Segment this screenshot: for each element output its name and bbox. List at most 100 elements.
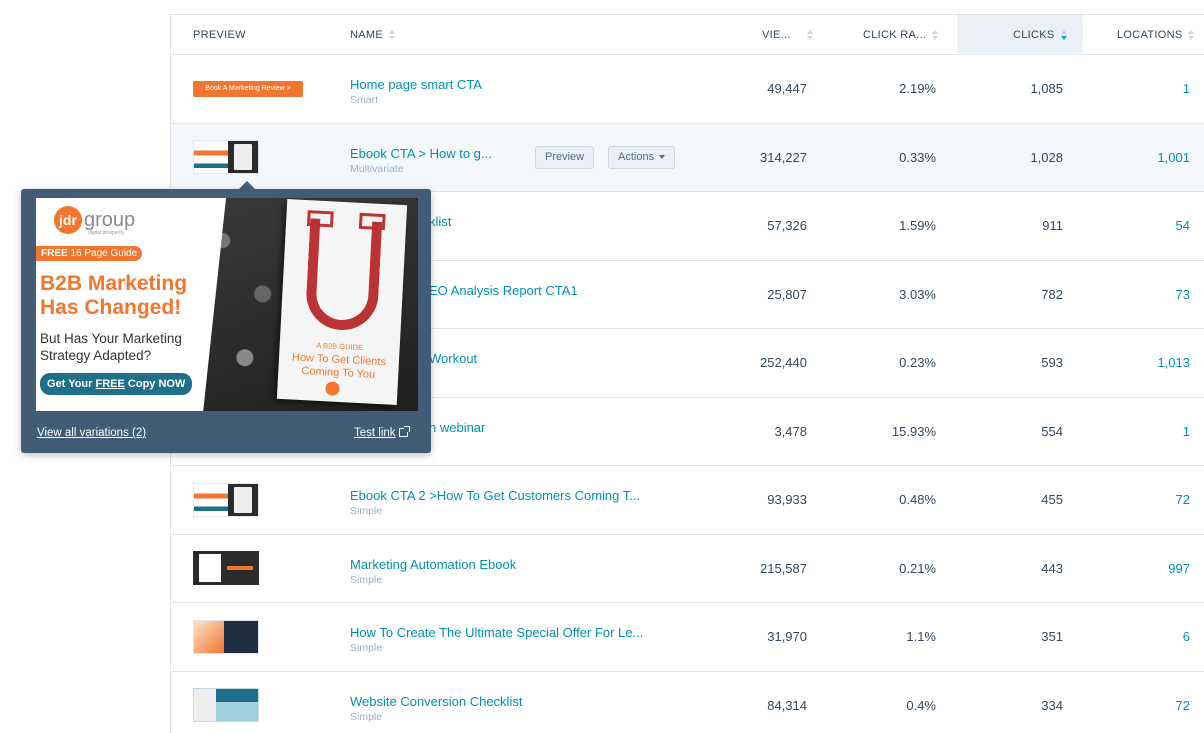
click-rate-value: 0.33% [899,149,936,165]
test-link[interactable]: Test link [354,426,410,439]
get-free-copy-button: Get Your FREE Copy NOW [40,373,193,395]
clicks-value: 554 [1041,423,1063,439]
sort-desc-icon [1060,30,1067,40]
views-value: 314,227 [760,149,807,165]
u-magnet-graphic [304,218,383,332]
cta-preview-thumbnail[interactable] [193,619,259,654]
views-value: 49,447 [767,81,807,96]
table-row[interactable]: How To Create The Ultimate Special Offer… [171,603,1204,672]
cta-name-link[interactable]: klist [429,214,451,229]
header-locations[interactable]: LOCATIONS [1117,15,1195,55]
clicks-value: 455 [1041,492,1063,507]
ebook-cover: A B2B GUIDE How To Get Clients Coming To… [276,198,408,406]
locations-link[interactable]: 1,001 [1157,150,1190,165]
logo-word: group [84,208,136,231]
actions-button-label: Actions [618,151,655,163]
table-row[interactable]: Ebook CTA > How to g... Multivariate Pre… [171,123,1204,192]
cta-name-link[interactable]: Home page smart CTA [350,77,482,92]
banner-subhead: But Has Your Marketing Strategy Adapted? [40,330,182,364]
sort-icon [806,30,813,40]
locations-link[interactable]: 54 [1176,218,1190,233]
table-row[interactable]: Marketing Automation Ebook Simple 215,58… [171,535,1204,603]
sort-icon [932,30,939,40]
cta-preview-thumbnail[interactable]: Book A Marketing Review > [193,80,303,97]
locations-link[interactable]: 997 [1168,561,1190,576]
cta-preview-thumbnail[interactable] [193,140,259,175]
locations-link[interactable]: 1 [1183,81,1190,96]
preview-button-label: Preview [545,151,585,163]
locations-link[interactable]: 72 [1176,698,1190,713]
logo-tagline: digital prosperity [88,230,125,236]
cta-type: Simple [350,505,383,517]
cta-preview-thumbnail[interactable] [193,482,259,517]
clicks-value: 593 [1041,355,1063,370]
cta-post: Copy NOW [124,378,186,390]
sort-icon [388,30,395,40]
views-value: 93,933 [767,492,807,507]
cta-type: Multivariate [350,162,404,175]
views-value: 57,326 [767,218,807,233]
cta-name-link[interactable]: Workout [429,351,477,366]
cta-type: Simple [350,573,383,586]
cta-type: Smart [350,94,379,106]
cta-preview-thumbnail[interactable] [193,551,259,586]
clicks-value: 782 [1041,286,1063,302]
click-rate-value: 2.19% [899,81,936,96]
cta-type: Simple [350,710,383,723]
book-logo-icon [325,381,340,396]
table-row[interactable]: Ebook CTA 2 >How To Get Customers Coming… [171,466,1204,535]
cta-free: FREE [95,378,125,390]
cta-preview-image[interactable]: jdr group digital prosperity FREE 16 Pag… [36,198,418,411]
header-name[interactable]: NAME [350,15,395,55]
header-locations-label: LOCATIONS [1117,29,1183,41]
free-label: FREE [41,248,68,259]
clicks-value: 911 [1042,218,1063,233]
click-rate-value: 0.21% [899,560,936,576]
clicks-value: 1,085 [1030,81,1063,96]
header-views[interactable]: VIE... [762,15,813,55]
cta-name-link[interactable]: Ebook CTA > How to g... [350,146,492,161]
click-rate-value: 3.03% [899,286,936,302]
free-guide-pill: FREE 16 Page Guide [36,246,143,261]
cta-name-link[interactable]: Ebook CTA 2 >How To Get Customers Coming… [350,488,640,503]
book-title: How To Get Clients Coming To You [291,351,387,381]
locations-link[interactable]: 72 [1176,492,1190,507]
header-clicks[interactable]: CLICKS [1013,15,1067,55]
cta-name-link[interactable]: How To Create The Ultimate Special Offer… [350,625,643,640]
clicks-value: 1,028 [1030,149,1063,165]
caret-down-icon [659,155,666,159]
popover-arrow [239,181,255,189]
preview-button[interactable]: Preview [535,145,595,169]
locations-link[interactable]: 6 [1183,629,1190,644]
click-rate-value: 0.48% [899,492,936,507]
banner-headline: B2B Marketing Has Changed! [40,272,187,320]
locations-link[interactable]: 73 [1176,287,1190,302]
table-header: PREVIEW NAME VIE... CLICK RA... CLICKS L… [171,15,1204,55]
logo-mark: jdr [54,206,82,234]
views-value: 3,478 [774,423,807,439]
locations-link[interactable]: 1,013 [1157,355,1190,370]
view-all-variations-link[interactable]: View all variations (2) [37,427,146,439]
table-row[interactable]: Book A Marketing Review > Home page smar… [171,55,1204,124]
clicks-value: 351 [1041,629,1063,644]
header-clicks-label: CLICKS [1013,29,1055,41]
sort-icon [1188,30,1195,40]
header-preview: PREVIEW [193,15,246,55]
cta-type: Simple [350,642,383,654]
header-views-label: VIE... [762,29,791,41]
click-rate-value: 0.23% [899,355,936,370]
table-row[interactable]: Website Conversion Checklist Simple 84,3… [171,672,1204,733]
locations-link[interactable]: 1 [1183,424,1190,439]
cta-name-link[interactable]: EO Analysis Report CTA1 [429,283,578,298]
actions-dropdown-button[interactable]: Actions [608,145,676,169]
click-rate-value: 0.4% [906,697,936,713]
headline-line-1: B2B Marketing [40,272,188,295]
cta-name-link[interactable]: n webinar [429,420,485,435]
external-link-icon [398,426,410,437]
test-link-label: Test link [354,427,396,439]
click-rate-value: 1.1% [906,629,936,644]
cta-name-link[interactable]: Website Conversion Checklist [350,694,522,709]
cta-name-link[interactable]: Marketing Automation Ebook [350,557,516,572]
cta-preview-thumbnail[interactable] [193,688,259,723]
header-click-rate[interactable]: CLICK RA... [863,15,939,55]
